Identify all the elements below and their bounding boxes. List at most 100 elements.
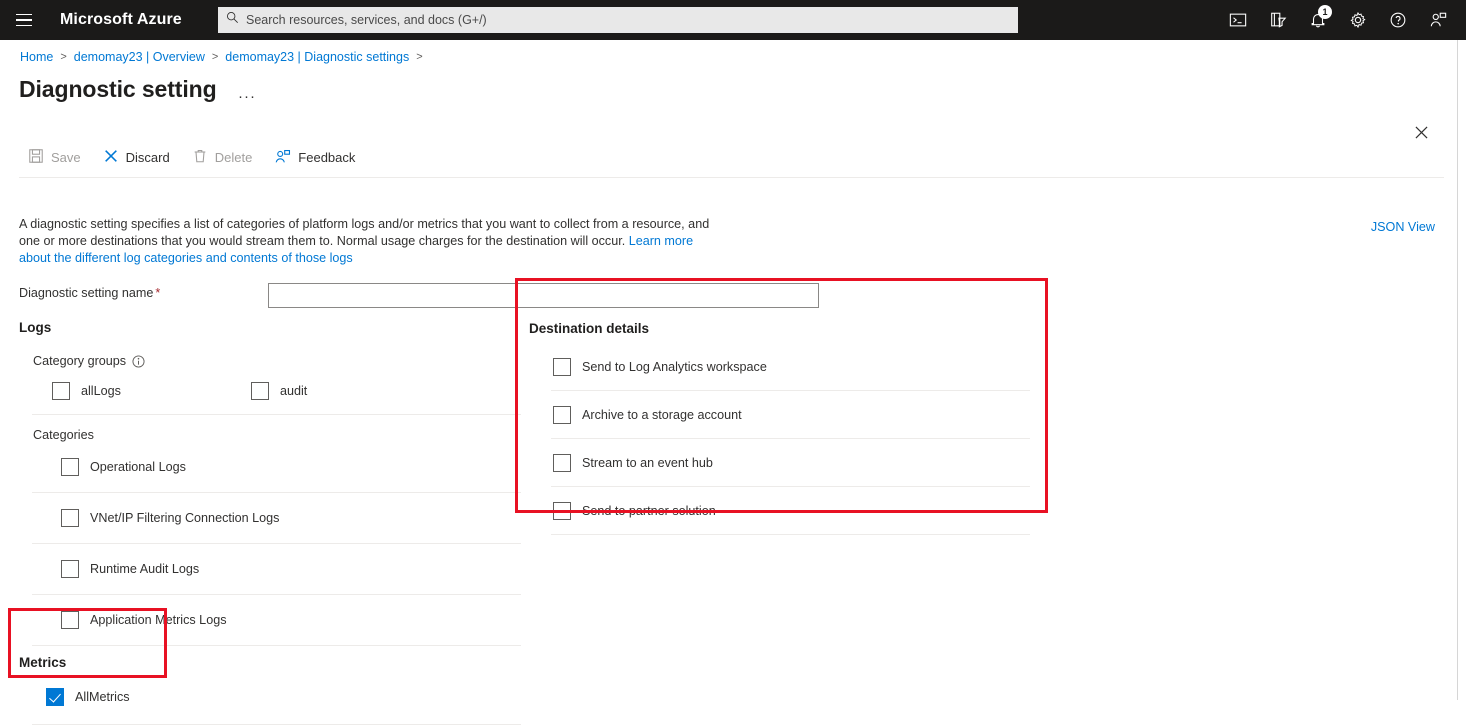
divider xyxy=(551,534,1030,535)
command-bar: Save Discard Delete Feedback xyxy=(19,138,1444,178)
checkbox-allmetrics[interactable]: AllMetrics xyxy=(46,688,521,706)
metrics-section-title: Metrics xyxy=(19,655,67,670)
logs-section-title: Logs xyxy=(19,320,52,335)
page-title: Diagnostic setting xyxy=(19,76,217,102)
settings-gear-icon[interactable] xyxy=(1338,0,1378,40)
category-groups-label-text: Category groups xyxy=(33,354,127,368)
checkbox-box[interactable] xyxy=(46,688,64,706)
breadcrumb: Home > demomay23 | Overview > demomay23 … xyxy=(20,50,423,64)
checkbox-send-to-log-analytics-workspace[interactable]: Send to Log Analytics workspace xyxy=(553,358,1029,376)
checkbox-label: Send to partner solution xyxy=(582,504,716,518)
notification-count-badge: 1 xyxy=(1318,5,1332,19)
checkbox-box[interactable] xyxy=(553,406,571,424)
checkbox-box[interactable] xyxy=(61,458,79,476)
checkbox-label: Runtime Audit Logs xyxy=(90,562,200,576)
checkbox-allLogs[interactable]: allLogs xyxy=(52,382,251,400)
top-bar-icon-group: 1 xyxy=(1218,0,1458,40)
required-asterisk: * xyxy=(155,286,161,300)
delete-button-label: Delete xyxy=(214,150,253,165)
save-button-label: Save xyxy=(51,150,81,165)
destination-details-section: Destination details Send to Log Analytic… xyxy=(529,321,1030,535)
info-icon[interactable] xyxy=(132,354,145,368)
breadcrumb-separator-icon: > xyxy=(60,51,67,63)
description-text: A diagnostic setting specifies a list of… xyxy=(19,217,710,248)
divider xyxy=(32,414,521,415)
global-search-box[interactable] xyxy=(218,7,1018,33)
azure-top-bar: Microsoft Azure Search resources, servic… xyxy=(0,0,1466,40)
breadcrumb-item-home[interactable]: Home xyxy=(20,50,53,64)
feedback-button[interactable]: Feedback xyxy=(265,143,364,173)
feedback-person-icon xyxy=(274,148,291,168)
checkbox-runtime-audit-logs[interactable]: Runtime Audit Logs xyxy=(61,560,521,578)
discard-button[interactable]: Discard xyxy=(94,143,179,173)
delete-trash-icon xyxy=(192,148,208,167)
discard-button-label: Discard xyxy=(125,150,170,165)
checkbox-label: Stream to an event hub xyxy=(582,456,713,470)
hamburger-line xyxy=(16,24,32,27)
checkbox-archive-to-a-storage-account[interactable]: Archive to a storage account xyxy=(553,406,1029,424)
checkbox-operational-logs[interactable]: Operational Logs xyxy=(61,458,521,476)
divider xyxy=(32,594,521,595)
divider xyxy=(551,486,1030,487)
checkbox-box[interactable] xyxy=(52,382,70,400)
metrics-section: Metrics AllMetrics xyxy=(19,655,521,725)
checkbox-label: allLogs xyxy=(81,384,121,398)
breadcrumb-item-diagnostic-settings[interactable]: demomay23 | Diagnostic settings xyxy=(225,50,409,64)
checkbox-box[interactable] xyxy=(553,454,571,472)
diagnostic-setting-name-label: Diagnostic setting name * xyxy=(19,286,160,300)
divider xyxy=(32,492,521,493)
checkbox-vnet-ip-filtering-connection-logs[interactable]: VNet/IP Filtering Connection Logs xyxy=(61,509,521,527)
checkbox-box[interactable] xyxy=(61,560,79,578)
checkbox-label: AllMetrics xyxy=(75,690,130,704)
checkbox-box[interactable] xyxy=(61,509,79,527)
category-groups-label: Category groups xyxy=(33,354,521,368)
portal-menu-button[interactable] xyxy=(0,0,48,40)
diagnostic-setting-name-input[interactable] xyxy=(268,283,819,308)
feedback-person-icon[interactable] xyxy=(1418,0,1458,40)
logs-section: Logs Category groups allLogs audit Categ… xyxy=(19,320,521,646)
checkbox-box[interactable] xyxy=(553,502,571,520)
checkbox-box[interactable] xyxy=(61,611,79,629)
destination-details-title: Destination details xyxy=(529,321,650,336)
checkbox-label: Send to Log Analytics workspace xyxy=(582,360,767,374)
checkbox-label: Operational Logs xyxy=(90,460,186,474)
checkbox-box[interactable] xyxy=(553,358,571,376)
blade-description: A diagnostic setting specifies a list of… xyxy=(19,216,719,267)
checkbox-audit[interactable]: audit xyxy=(251,382,307,400)
checkbox-label: Application Metrics Logs xyxy=(90,613,227,627)
hamburger-line xyxy=(16,13,32,16)
checkbox-label: VNet/IP Filtering Connection Logs xyxy=(90,511,280,525)
delete-button[interactable]: Delete xyxy=(183,143,262,173)
categories-label: Categories xyxy=(33,428,521,442)
global-search-input[interactable] xyxy=(246,13,1010,27)
checkbox-application-metrics-logs[interactable]: Application Metrics Logs xyxy=(61,611,521,629)
help-question-icon[interactable] xyxy=(1378,0,1418,40)
breadcrumb-separator-icon: > xyxy=(416,51,423,63)
divider xyxy=(32,645,521,646)
more-options-button[interactable]: ··· xyxy=(238,89,256,104)
name-label-text: Diagnostic setting name xyxy=(19,286,154,300)
divider xyxy=(32,543,521,544)
search-icon xyxy=(226,11,246,29)
diagnostic-setting-name-row: Diagnostic setting name * xyxy=(19,283,819,309)
cloud-shell-icon[interactable] xyxy=(1218,0,1258,40)
json-view-link[interactable]: JSON View xyxy=(1371,220,1435,234)
checkbox-label: Archive to a storage account xyxy=(582,408,742,422)
notifications-bell-icon[interactable]: 1 xyxy=(1298,0,1338,40)
checkbox-box[interactable] xyxy=(251,382,269,400)
discard-x-icon xyxy=(103,148,119,167)
directories-subscriptions-icon[interactable] xyxy=(1258,0,1298,40)
feedback-button-label: Feedback xyxy=(298,150,356,165)
hamburger-line xyxy=(16,19,32,21)
azure-brand-logo[interactable]: Microsoft Azure xyxy=(60,11,182,29)
checkbox-stream-to-an-event-hub[interactable]: Stream to an event hub xyxy=(553,454,1029,472)
diagnostic-setting-blade: Home > demomay23 | Overview > demomay23 … xyxy=(0,40,1458,725)
breadcrumb-separator-icon: > xyxy=(211,51,219,63)
save-button[interactable]: Save xyxy=(19,143,90,173)
breadcrumb-item-overview[interactable]: demomay23 | Overview xyxy=(74,50,205,64)
categories-label-text: Categories xyxy=(33,428,94,442)
checkbox-label: audit xyxy=(280,384,308,398)
divider xyxy=(551,438,1030,439)
checkbox-send-to-partner-solution[interactable]: Send to partner solution xyxy=(553,502,1029,520)
divider xyxy=(551,390,1030,391)
